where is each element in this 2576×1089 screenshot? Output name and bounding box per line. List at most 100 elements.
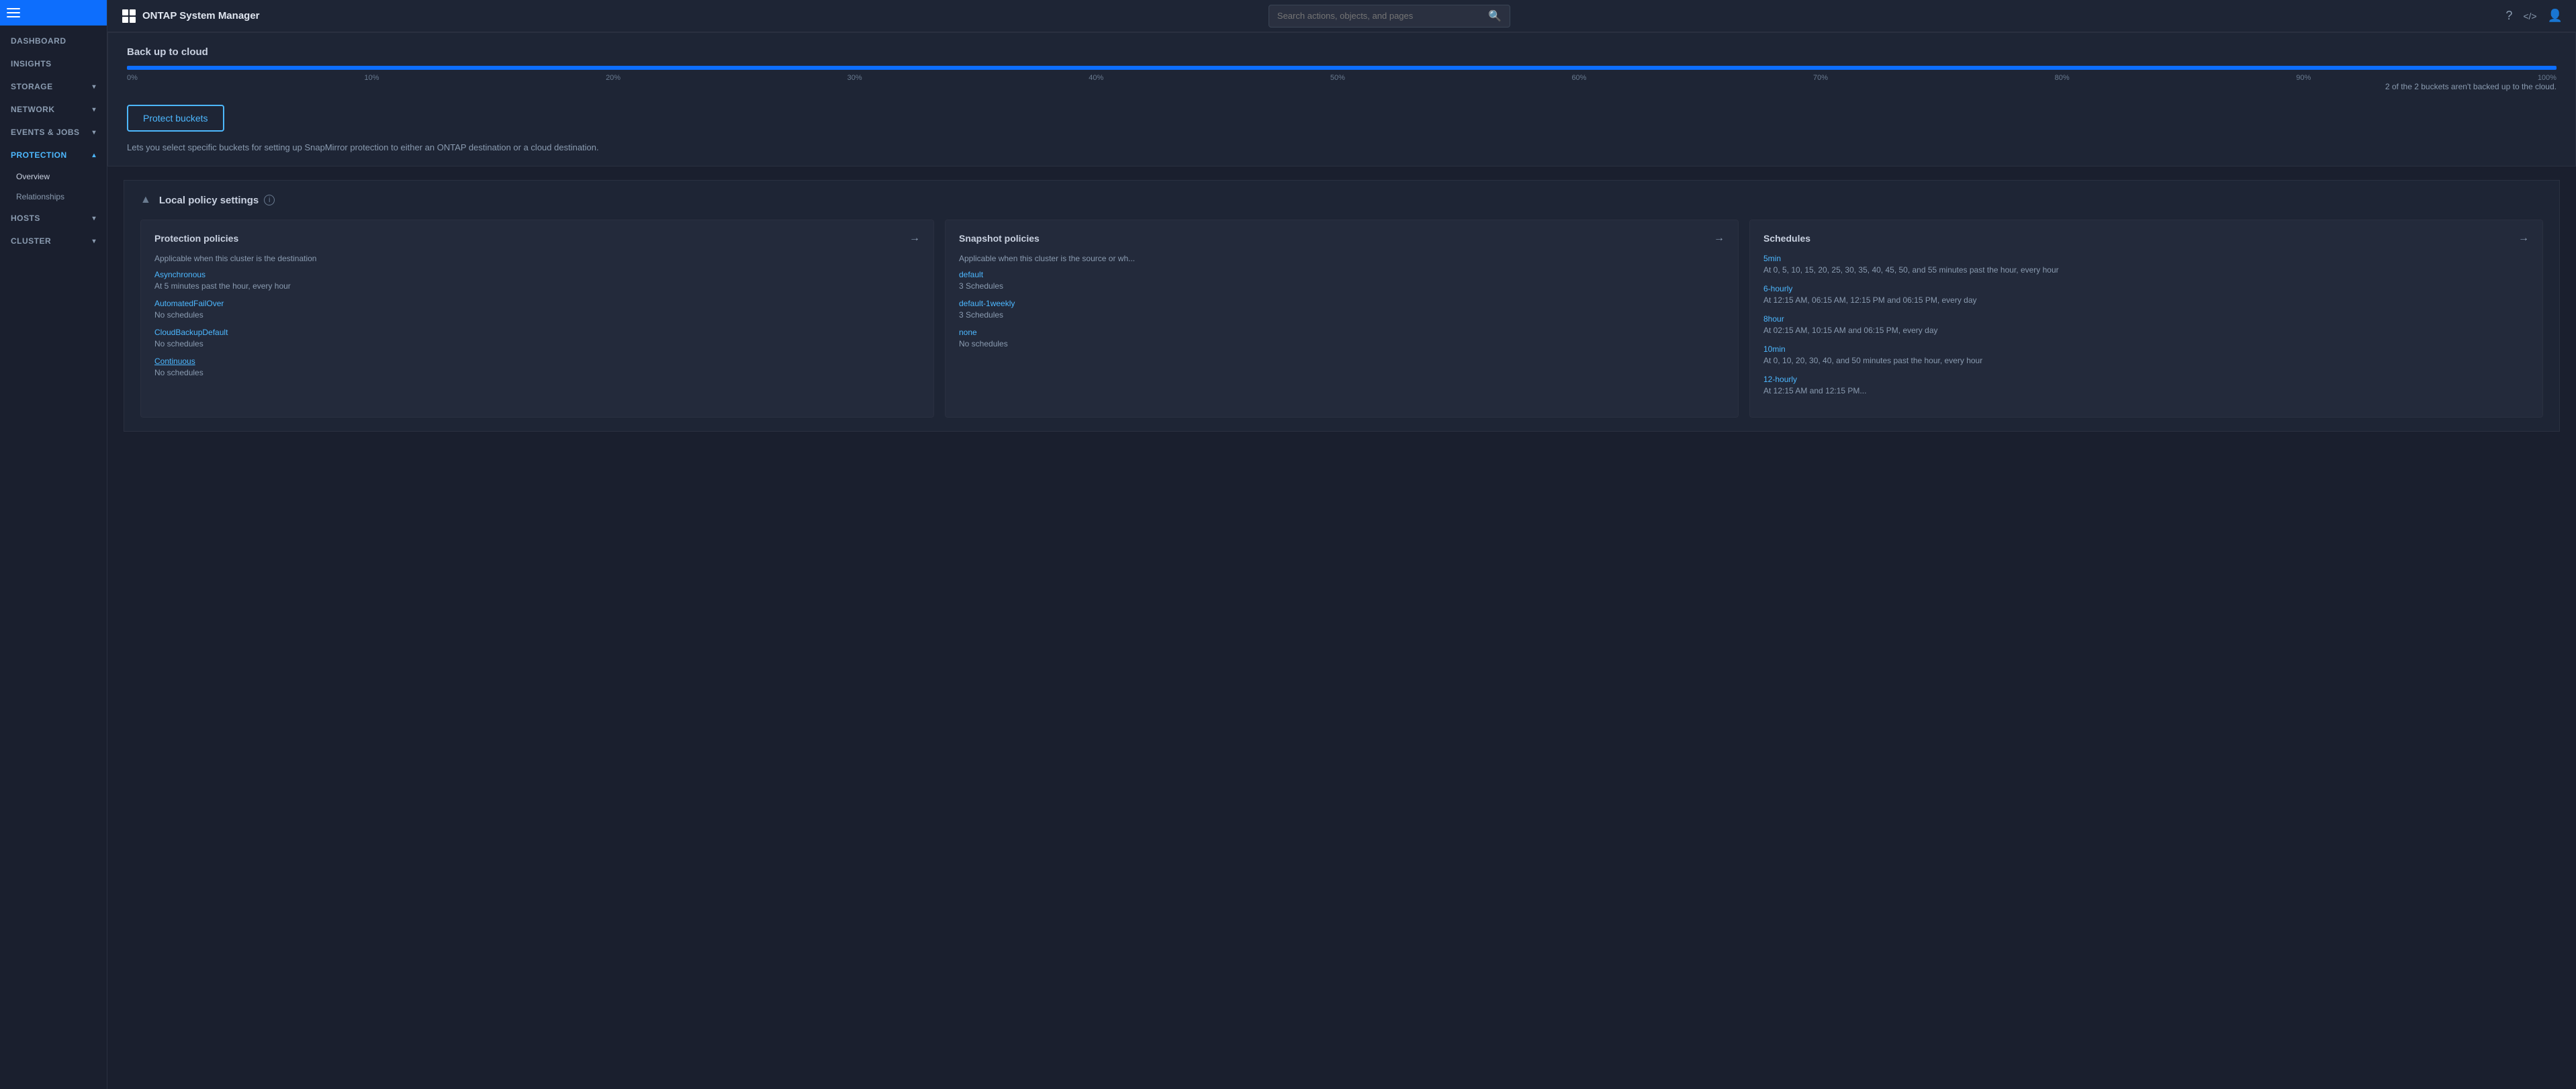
progress-label-10: 10% bbox=[364, 74, 379, 82]
app-logo: ONTAP System Manager bbox=[121, 8, 260, 24]
list-item: default-1weekly 3 Schedules bbox=[959, 299, 1724, 320]
info-icon[interactable]: i bbox=[264, 195, 275, 205]
sidebar-item-cluster[interactable]: CLUSTER ▾ bbox=[0, 230, 107, 252]
list-item: 12-hourly At 12:15 AM and 12:15 PM... bbox=[1763, 375, 2529, 395]
local-policy-section: ▲ Local policy settings i Protection pol… bbox=[124, 180, 2560, 432]
protection-policies-header: Protection policies → bbox=[154, 232, 920, 244]
snapshot-policies-subtitle: Applicable when this cluster is the sour… bbox=[959, 254, 1724, 263]
policy-name-continuous[interactable]: Continuous bbox=[154, 357, 920, 366]
protection-policies-list: Asynchronous At 5 minutes past the hour,… bbox=[154, 270, 920, 377]
progress-label-90: 90% bbox=[2296, 74, 2311, 82]
policy-name-cloudbackupdefault[interactable]: CloudBackupDefault bbox=[154, 328, 920, 337]
progress-track bbox=[127, 66, 2557, 70]
list-item: 5min At 0, 5, 10, 15, 20, 25, 30, 35, 40… bbox=[1763, 254, 2529, 275]
netapp-logo-icon bbox=[121, 8, 137, 24]
user-icon[interactable]: 👤 bbox=[2548, 9, 2563, 23]
policy-desc-asynchronous: At 5 minutes past the hour, every hour bbox=[154, 281, 920, 291]
snapshot-policy-desc-none: No schedules bbox=[959, 339, 1724, 348]
topbar: ONTAP System Manager 🔍 ? </> 👤 bbox=[107, 0, 2576, 32]
protection-policies-card: Protection policies → Applicable when th… bbox=[140, 220, 934, 418]
protection-policies-subtitle: Applicable when this cluster is the dest… bbox=[154, 254, 920, 263]
chevron-down-icon: ▾ bbox=[92, 83, 96, 91]
progress-label-60: 60% bbox=[1571, 74, 1586, 82]
list-item: none No schedules bbox=[959, 328, 1724, 348]
sidebar-item-dashboard[interactable]: DASHBOARD bbox=[0, 30, 107, 52]
sidebar-subitem-overview[interactable]: Overview bbox=[0, 167, 107, 187]
list-item: CloudBackupDefault No schedules bbox=[154, 328, 920, 348]
collapse-icon[interactable]: ▲ bbox=[140, 194, 151, 206]
sidebar-item-insights[interactable]: INSIGHTS bbox=[0, 52, 107, 75]
snapshot-policies-arrow[interactable]: → bbox=[1714, 232, 1724, 244]
sidebar-menu-button[interactable] bbox=[0, 0, 107, 26]
sidebar-item-storage[interactable]: STORAGE ▾ bbox=[0, 75, 107, 98]
schedule-name-8hour[interactable]: 8hour bbox=[1763, 314, 2529, 324]
search-input[interactable] bbox=[1277, 11, 1483, 21]
chevron-up-icon: ▴ bbox=[92, 152, 96, 159]
chevron-down-icon: ▾ bbox=[92, 215, 96, 222]
policy-desc-automatedfailover: No schedules bbox=[154, 310, 920, 320]
schedule-desc-12hourly: At 12:15 AM and 12:15 PM... bbox=[1763, 386, 2529, 395]
progress-label-20: 20% bbox=[606, 74, 620, 82]
snapshot-policies-card: Snapshot policies → Applicable when this… bbox=[945, 220, 1739, 418]
chevron-down-icon: ▾ bbox=[92, 106, 96, 113]
protection-policies-title: Protection policies bbox=[154, 233, 238, 244]
local-policy-header: ▲ Local policy settings i bbox=[140, 194, 2543, 206]
sidebar-item-protection[interactable]: PROTECTION ▴ bbox=[0, 144, 107, 167]
list-item: 10min At 0, 10, 20, 30, 40, and 50 minut… bbox=[1763, 344, 2529, 365]
search-bar[interactable]: 🔍 bbox=[1269, 5, 1510, 28]
protection-policies-arrow[interactable]: → bbox=[909, 232, 920, 244]
schedule-desc-5min: At 0, 5, 10, 15, 20, 25, 30, 35, 40, 45,… bbox=[1763, 265, 2529, 275]
list-item: default 3 Schedules bbox=[959, 270, 1724, 291]
schedule-desc-8hour: At 02:15 AM, 10:15 AM and 06:15 PM, ever… bbox=[1763, 326, 2529, 335]
list-item: 6-hourly At 12:15 AM, 06:15 AM, 12:15 PM… bbox=[1763, 284, 2529, 305]
policy-name-automatedfailover[interactable]: AutomatedFailOver bbox=[154, 299, 920, 308]
schedules-arrow[interactable]: → bbox=[2518, 232, 2529, 244]
snapshot-policy-name-default[interactable]: default bbox=[959, 270, 1724, 279]
schedule-desc-6hourly: At 12:15 AM, 06:15 AM, 12:15 PM and 06:1… bbox=[1763, 295, 2529, 305]
code-icon[interactable]: </> bbox=[2523, 11, 2536, 21]
snapshot-policy-name-default-1weekly[interactable]: default-1weekly bbox=[959, 299, 1724, 308]
protect-buckets-description: Lets you select specific buckets for set… bbox=[127, 142, 2557, 152]
progress-label-50: 50% bbox=[1330, 74, 1345, 82]
policy-desc-continuous: No schedules bbox=[154, 368, 920, 377]
progress-label-80: 80% bbox=[2055, 74, 2070, 82]
schedule-name-12hourly[interactable]: 12-hourly bbox=[1763, 375, 2529, 384]
list-item: Asynchronous At 5 minutes past the hour,… bbox=[154, 270, 920, 291]
schedule-name-5min[interactable]: 5min bbox=[1763, 254, 2529, 263]
app-title: ONTAP System Manager bbox=[142, 10, 260, 21]
progress-label-70: 70% bbox=[1813, 74, 1828, 82]
sidebar-item-events-jobs[interactable]: EVENTS & JOBS ▾ bbox=[0, 121, 107, 144]
schedule-name-6hourly[interactable]: 6-hourly bbox=[1763, 284, 2529, 293]
protect-buckets-button[interactable]: Protect buckets bbox=[127, 105, 224, 132]
hamburger-icon bbox=[7, 8, 20, 17]
backup-to-cloud-section: Back up to cloud 0% 10% 20% 30% 40% 50% … bbox=[107, 32, 2576, 167]
schedules-title: Schedules bbox=[1763, 233, 1810, 244]
sidebar-item-network[interactable]: NETWORK ▾ bbox=[0, 98, 107, 121]
chevron-down-icon: ▾ bbox=[92, 129, 96, 136]
backup-info-text: 2 of the 2 buckets aren't backed up to t… bbox=[127, 82, 2557, 91]
help-icon[interactable]: ? bbox=[2505, 9, 2512, 23]
sidebar: DASHBOARD INSIGHTS STORAGE ▾ NETWORK ▾ E… bbox=[0, 0, 107, 1089]
chevron-down-icon: ▾ bbox=[92, 238, 96, 245]
nav-section: DASHBOARD INSIGHTS STORAGE ▾ NETWORK ▾ E… bbox=[0, 26, 107, 256]
sidebar-item-hosts[interactable]: HOSTS ▾ bbox=[0, 207, 107, 230]
schedules-card: Schedules → 5min At 0, 5, 10, 15, 20, 25… bbox=[1749, 220, 2543, 418]
progress-bar-container bbox=[127, 66, 2557, 70]
backup-title: Back up to cloud bbox=[127, 46, 2557, 58]
progress-labels: 0% 10% 20% 30% 40% 50% 60% 70% 80% 90% 1… bbox=[127, 74, 2557, 82]
schedule-name-10min[interactable]: 10min bbox=[1763, 344, 2529, 354]
snapshot-policies-title: Snapshot policies bbox=[959, 233, 1040, 244]
content-area: Back up to cloud 0% 10% 20% 30% 40% 50% … bbox=[107, 32, 2576, 1089]
local-policy-title: Local policy settings bbox=[159, 195, 259, 206]
list-item: Continuous No schedules bbox=[154, 357, 920, 377]
policy-name-asynchronous[interactable]: Asynchronous bbox=[154, 270, 920, 279]
progress-label-40: 40% bbox=[1089, 74, 1103, 82]
policy-desc-cloudbackupdefault: No schedules bbox=[154, 339, 920, 348]
snapshot-policy-name-none[interactable]: none bbox=[959, 328, 1724, 337]
sidebar-subitem-relationships[interactable]: Relationships bbox=[0, 187, 107, 207]
list-item: 8hour At 02:15 AM, 10:15 AM and 06:15 PM… bbox=[1763, 314, 2529, 335]
progress-label-30: 30% bbox=[847, 74, 862, 82]
policy-cards: Protection policies → Applicable when th… bbox=[140, 220, 2543, 418]
list-item: AutomatedFailOver No schedules bbox=[154, 299, 920, 320]
search-icon: 🔍 bbox=[1488, 9, 1502, 23]
